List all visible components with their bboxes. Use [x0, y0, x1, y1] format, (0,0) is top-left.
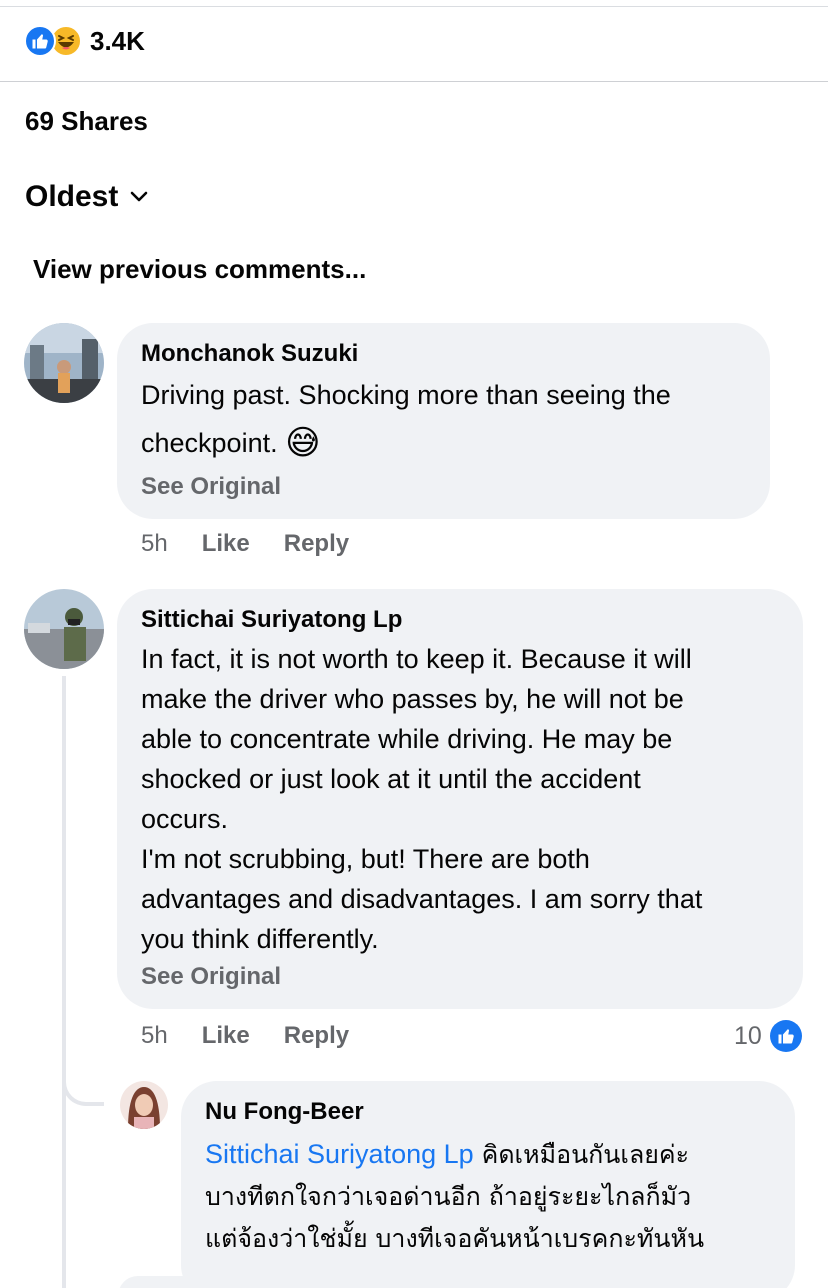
- comment-timestamp[interactable]: 5h: [141, 530, 168, 558]
- comment-line-text: checkpoint.: [141, 428, 286, 458]
- comment-bubble: Sittichai Suriyatong Lp In fact, it is n…: [117, 589, 803, 1009]
- reaction-count: 3.4K: [90, 25, 145, 56]
- top-divider: [0, 6, 828, 7]
- reply-bubble: Nu Fong-Beer Sittichai Suriyatong Lp คิด…: [181, 1081, 795, 1288]
- like-icon: [769, 1020, 802, 1052]
- view-previous-comments-link[interactable]: View previous comments...: [33, 254, 366, 285]
- shares-count[interactable]: 69 Shares: [25, 106, 148, 137]
- reply-author[interactable]: Nu Fong-Beer: [205, 1097, 771, 1127]
- reply-text: Sittichai Suriyatong Lp คิดเหมือนกันเลยค…: [205, 1133, 771, 1260]
- like-button[interactable]: Like: [202, 530, 250, 558]
- like-count-number: 10: [734, 1021, 762, 1050]
- comment-bubble: Monchanok Suzuki Driving past. Shocking …: [117, 323, 770, 519]
- emoji-icon: 😅: [285, 424, 321, 462]
- comment-actions: 5h Like Reply: [141, 528, 349, 560]
- comment-author[interactable]: Monchanok Suzuki: [141, 339, 746, 369]
- comment-line: I'm not scrubbing, but! There are both: [141, 844, 590, 874]
- thread-line: [62, 676, 66, 1288]
- reply-line-text: คิดเหมือนกันเลยค่ะ: [473, 1140, 690, 1169]
- see-original-link[interactable]: See Original: [141, 961, 779, 993]
- comment-line: occurs.: [141, 804, 229, 834]
- comment-actions: 5h Like Reply: [141, 1020, 349, 1052]
- like-icon: [24, 25, 56, 57]
- comment-line: Driving past. Shocking more than seeing …: [141, 380, 671, 410]
- reply-button[interactable]: Reply: [284, 530, 349, 558]
- see-original-link[interactable]: See Original: [141, 471, 746, 503]
- avatar[interactable]: [120, 1081, 168, 1129]
- comment-line: In fact, it is not worth to keep it. Bec…: [141, 644, 692, 674]
- comment-text: In fact, it is not worth to keep it. Bec…: [141, 639, 779, 959]
- like-button[interactable]: Like: [202, 1022, 250, 1050]
- next-comment-bubble: [118, 1276, 778, 1288]
- comment-like-count[interactable]: 10: [734, 1019, 802, 1053]
- comment-line: checkpoint. 😅: [141, 417, 746, 469]
- comment-timestamp[interactable]: 5h: [141, 1022, 168, 1050]
- avatar[interactable]: [24, 589, 104, 669]
- comment-line: able to concentrate while driving. He ma…: [141, 724, 673, 754]
- comment-text: Driving past. Shocking more than seeing …: [141, 375, 746, 469]
- comment-line: shocked or just look at it until the acc…: [141, 764, 641, 794]
- reply-line: บางทีตกใจกว่าเจอด่านอีก ถ้าอยู่ระยะไกลก็…: [205, 1182, 692, 1211]
- mention-link[interactable]: Sittichai Suriyatong Lp: [205, 1139, 474, 1169]
- section-divider: [0, 81, 828, 82]
- reactions-summary[interactable]: 3.4K: [24, 24, 145, 58]
- thread-connector: [62, 1050, 104, 1106]
- sort-dropdown[interactable]: Oldest: [25, 180, 148, 214]
- comment-author[interactable]: Sittichai Suriyatong Lp: [141, 605, 779, 635]
- reply-button[interactable]: Reply: [284, 1022, 349, 1050]
- avatar[interactable]: [24, 323, 104, 403]
- chevron-down-icon: [130, 191, 148, 203]
- sort-label: Oldest: [25, 180, 119, 213]
- reply-line: แต่จ้องว่าใช่มั้ย บางทีเจอคันหน้าเบรคกะท…: [205, 1224, 705, 1253]
- comment-line: advantages and disadvantages. I am sorry…: [141, 884, 703, 914]
- comment-line: you think differently.: [141, 924, 379, 954]
- comment-line: make the driver who passes by, he will n…: [141, 684, 684, 714]
- reply-line: Sittichai Suriyatong Lp คิดเหมือนกันเลยค…: [205, 1133, 771, 1176]
